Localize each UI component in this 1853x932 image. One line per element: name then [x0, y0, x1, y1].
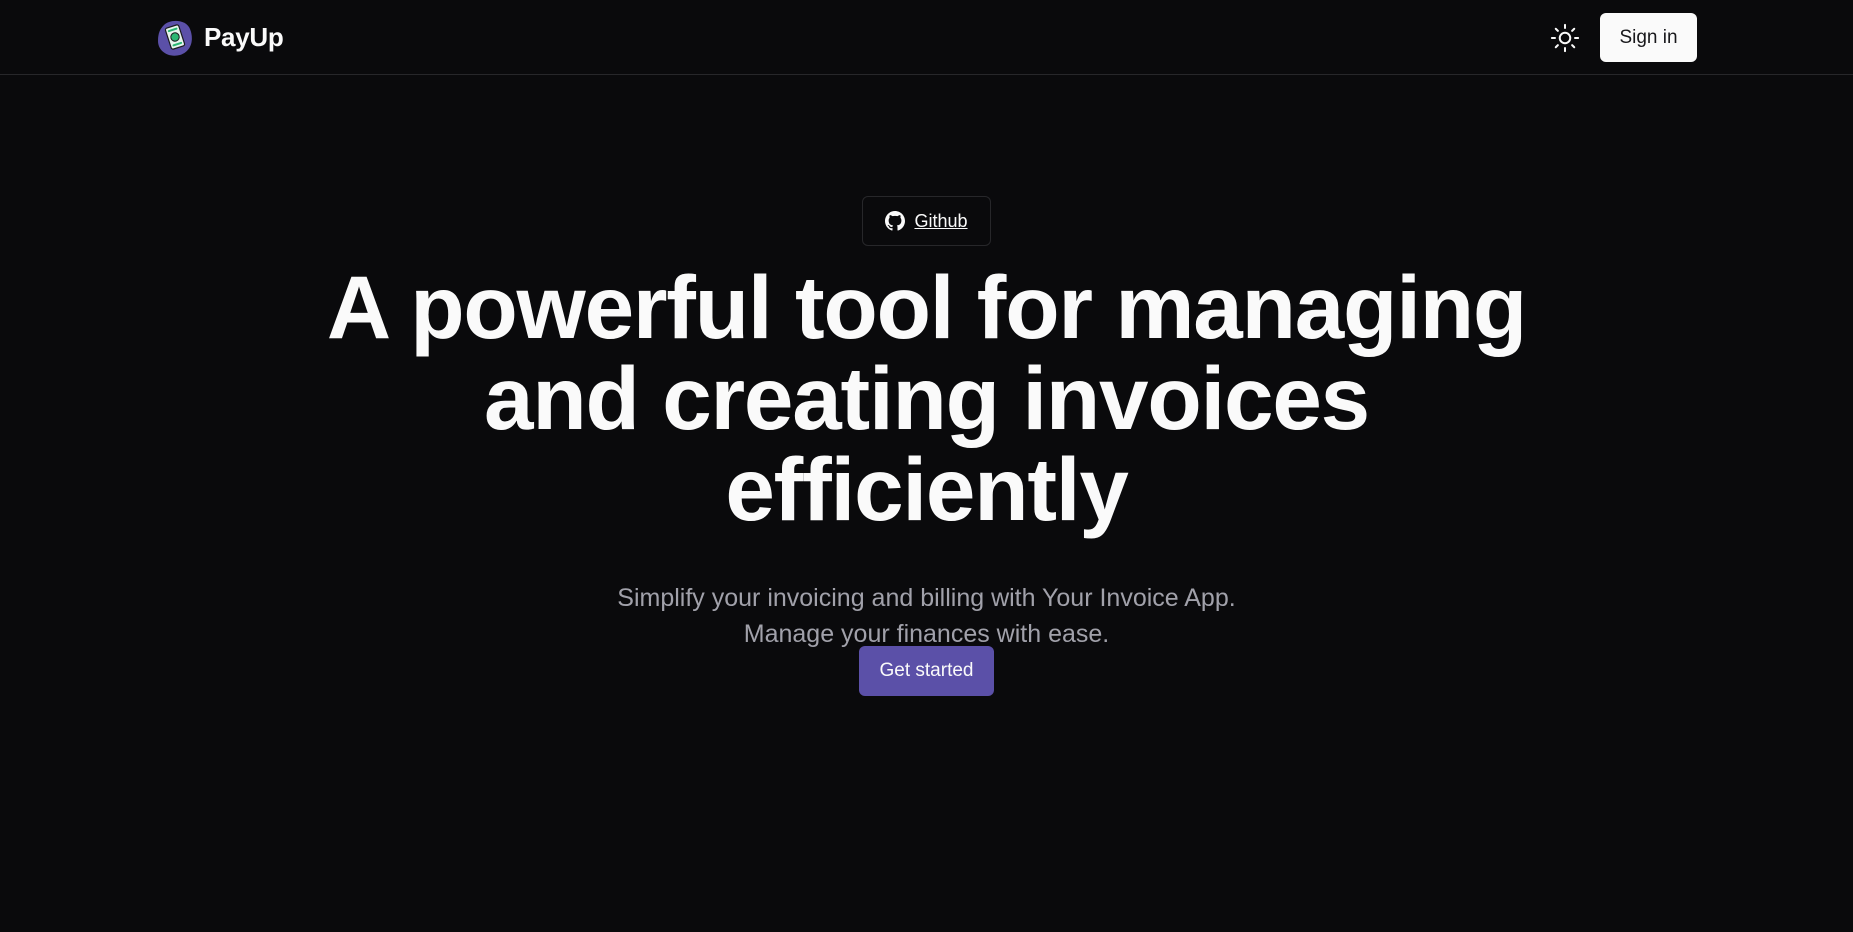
sun-icon — [1550, 23, 1580, 53]
hero-subtitle-line: Simplify your invoicing and billing with… — [617, 584, 1236, 612]
sign-in-button[interactable]: Sign in — [1600, 13, 1697, 62]
hero-title: A powerful tool for managing and creatin… — [0, 262, 1853, 535]
github-icon — [885, 211, 906, 231]
get-started-button[interactable]: Get started — [859, 646, 994, 696]
hero-title-line: efficiently — [725, 439, 1128, 539]
brand-name: PayUp — [204, 21, 284, 52]
hero-title-line: and creating invoices — [484, 348, 1370, 448]
hero-subtitle: Simplify your invoicing and billing with… — [0, 580, 1853, 652]
brand-link[interactable]: PayUp — [156, 17, 284, 57]
github-button-label: Github — [914, 210, 968, 231]
theme-toggle-button[interactable] — [1547, 20, 1583, 56]
site-header: PayUp Sign in — [0, 0, 1853, 75]
hero-title-line: A powerful tool for managing — [326, 257, 1527, 357]
payup-logo-icon — [158, 20, 192, 56]
github-button[interactable]: Github — [862, 196, 991, 246]
